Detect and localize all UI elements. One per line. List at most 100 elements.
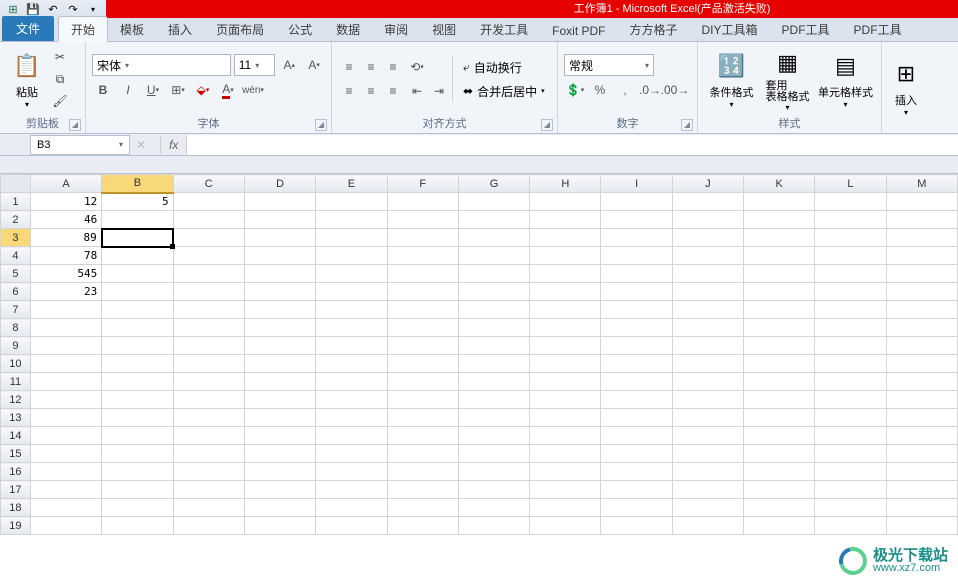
tab-pagelayout[interactable]: 页面布局 — [204, 17, 276, 41]
fill-color-button[interactable]: ⬙▾ — [192, 79, 214, 101]
cell-J11[interactable] — [672, 373, 743, 391]
cell-J5[interactable] — [672, 265, 743, 283]
cell-A1[interactable]: 12 — [30, 193, 101, 211]
wrap-text-button[interactable]: ⤶自动换行 — [457, 56, 551, 78]
row-header-12[interactable]: 12 — [1, 391, 31, 409]
cell-M14[interactable] — [886, 427, 957, 445]
align-center-icon[interactable]: ≡ — [360, 80, 382, 102]
cell-D6[interactable] — [244, 283, 315, 301]
alignment-launcher[interactable]: ◢ — [541, 119, 553, 131]
cell-I18[interactable] — [601, 499, 672, 517]
cell-E10[interactable] — [316, 355, 387, 373]
cell-D14[interactable] — [244, 427, 315, 445]
cell-I14[interactable] — [601, 427, 672, 445]
cell-F6[interactable] — [387, 283, 458, 301]
cell-G14[interactable] — [458, 427, 529, 445]
cell-D11[interactable] — [244, 373, 315, 391]
row-header-9[interactable]: 9 — [1, 337, 31, 355]
cut-icon[interactable]: ✂ — [50, 47, 70, 67]
cell-D2[interactable] — [244, 211, 315, 229]
cell-L19[interactable] — [815, 517, 886, 535]
col-header-B[interactable]: B — [102, 175, 173, 193]
cell-H8[interactable] — [530, 319, 601, 337]
cell-G13[interactable] — [458, 409, 529, 427]
font-color-button[interactable]: A▾ — [217, 79, 239, 101]
border-button[interactable]: ⊞▾ — [167, 79, 189, 101]
cell-B3[interactable] — [102, 229, 173, 247]
cell-J7[interactable] — [672, 301, 743, 319]
cell-B13[interactable] — [102, 409, 173, 427]
cell-F1[interactable] — [387, 193, 458, 211]
cell-C7[interactable] — [173, 301, 244, 319]
cell-B5[interactable] — [102, 265, 173, 283]
cell-L15[interactable] — [815, 445, 886, 463]
name-box[interactable]: B3▾ — [30, 135, 130, 155]
cell-K1[interactable] — [744, 193, 815, 211]
cell-J2[interactable] — [672, 211, 743, 229]
cell-J12[interactable] — [672, 391, 743, 409]
cell-K2[interactable] — [744, 211, 815, 229]
cell-M7[interactable] — [886, 301, 957, 319]
cell-G9[interactable] — [458, 337, 529, 355]
font-launcher[interactable]: ◢ — [315, 119, 327, 131]
cell-I11[interactable] — [601, 373, 672, 391]
cell-F8[interactable] — [387, 319, 458, 337]
paste-button[interactable]: 📋 粘贴 ▾ — [6, 46, 48, 112]
cell-D16[interactable] — [244, 463, 315, 481]
col-header-M[interactable]: M — [886, 175, 957, 193]
tab-foxit[interactable]: Foxit PDF — [540, 20, 617, 41]
cell-D18[interactable] — [244, 499, 315, 517]
row-header-11[interactable]: 11 — [1, 373, 31, 391]
cell-A6[interactable]: 23 — [30, 283, 101, 301]
format-as-table-button[interactable]: ▦ 套用 表格格式▾ — [759, 46, 816, 112]
cell-D15[interactable] — [244, 445, 315, 463]
cell-J14[interactable] — [672, 427, 743, 445]
cell-B4[interactable] — [102, 247, 173, 265]
cell-I7[interactable] — [601, 301, 672, 319]
cell-B8[interactable] — [102, 319, 173, 337]
cell-E12[interactable] — [316, 391, 387, 409]
cell-H2[interactable] — [530, 211, 601, 229]
cell-F2[interactable] — [387, 211, 458, 229]
copy-icon[interactable]: ⧉ — [50, 69, 70, 89]
cell-C19[interactable] — [173, 517, 244, 535]
cell-D17[interactable] — [244, 481, 315, 499]
cell-G8[interactable] — [458, 319, 529, 337]
cell-M16[interactable] — [886, 463, 957, 481]
cell-M12[interactable] — [886, 391, 957, 409]
cell-A13[interactable] — [30, 409, 101, 427]
cell-H12[interactable] — [530, 391, 601, 409]
cell-L13[interactable] — [815, 409, 886, 427]
cell-K17[interactable] — [744, 481, 815, 499]
tab-pdf2[interactable]: PDF工具 — [842, 17, 914, 41]
underline-button[interactable]: U▾ — [142, 79, 164, 101]
cell-H5[interactable] — [530, 265, 601, 283]
cell-L14[interactable] — [815, 427, 886, 445]
cell-G7[interactable] — [458, 301, 529, 319]
row-header-4[interactable]: 4 — [1, 247, 31, 265]
cell-L3[interactable] — [815, 229, 886, 247]
cell-M6[interactable] — [886, 283, 957, 301]
cell-E16[interactable] — [316, 463, 387, 481]
cell-K14[interactable] — [744, 427, 815, 445]
cell-A12[interactable] — [30, 391, 101, 409]
cell-E1[interactable] — [316, 193, 387, 211]
row-header-8[interactable]: 8 — [1, 319, 31, 337]
col-header-A[interactable]: A — [30, 175, 101, 193]
cell-G12[interactable] — [458, 391, 529, 409]
cell-H11[interactable] — [530, 373, 601, 391]
cell-F7[interactable] — [387, 301, 458, 319]
cell-C15[interactable] — [173, 445, 244, 463]
col-header-K[interactable]: K — [744, 175, 815, 193]
cell-D7[interactable] — [244, 301, 315, 319]
cell-H16[interactable] — [530, 463, 601, 481]
cell-C13[interactable] — [173, 409, 244, 427]
cell-M19[interactable] — [886, 517, 957, 535]
cell-J16[interactable] — [672, 463, 743, 481]
row-header-10[interactable]: 10 — [1, 355, 31, 373]
col-header-J[interactable]: J — [672, 175, 743, 193]
cell-K6[interactable] — [744, 283, 815, 301]
cell-I19[interactable] — [601, 517, 672, 535]
cell-F4[interactable] — [387, 247, 458, 265]
cell-H9[interactable] — [530, 337, 601, 355]
